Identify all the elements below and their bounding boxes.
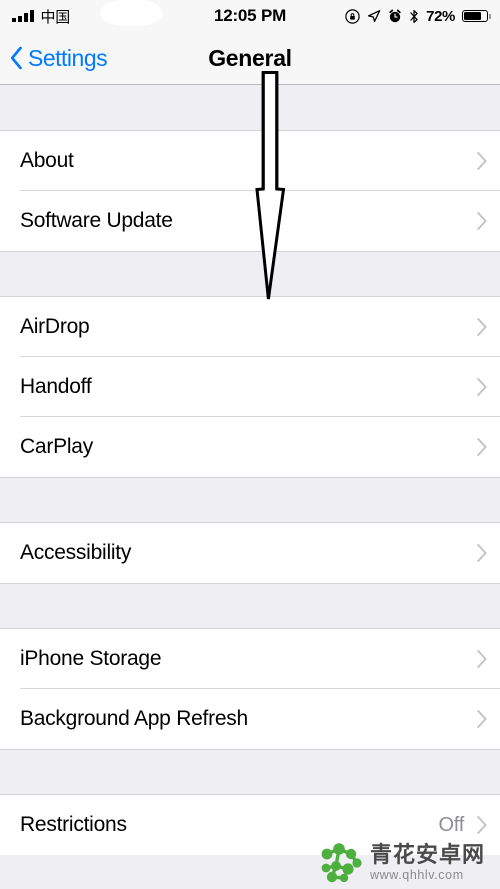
chevron-right-icon <box>476 815 488 835</box>
settings-row[interactable]: Software Update <box>0 191 500 251</box>
battery-icon <box>462 9 491 23</box>
section-gap <box>0 85 500 131</box>
settings-group: About Software Update <box>0 131 500 251</box>
settings-row[interactable]: About <box>0 131 500 191</box>
settings-row-label: Background App Refresh <box>20 707 248 730</box>
section-gap <box>0 749 500 795</box>
back-button-label: Settings <box>28 44 108 71</box>
carrier-redaction-mask <box>100 0 162 26</box>
settings-row[interactable]: iPhone Storage <box>0 629 500 689</box>
chevron-right-icon <box>476 649 488 669</box>
settings-row-label: Software Update <box>20 209 173 232</box>
chevron-right-icon <box>476 437 488 457</box>
settings-row-label: Restrictions <box>20 813 127 836</box>
settings-group: AirDrop Handoff CarPlay <box>0 297 500 477</box>
settings-row-label: AirDrop <box>20 315 90 338</box>
back-button[interactable]: Settings <box>0 44 108 72</box>
battery-percent-label: 72% <box>426 7 455 25</box>
settings-group: iPhone Storage Background App Refresh <box>0 629 500 749</box>
settings-group: Restrictions Off <box>0 795 500 855</box>
watermark-url: www.qhhlv.com <box>370 867 464 882</box>
chevron-right-icon <box>476 151 488 171</box>
settings-row[interactable]: Handoff <box>0 357 500 417</box>
rotation-lock-icon <box>345 8 360 24</box>
alarm-clock-icon <box>388 9 402 23</box>
chevron-right-icon <box>476 317 488 337</box>
settings-row[interactable]: AirDrop <box>0 297 500 357</box>
settings-row-label: Accessibility <box>20 541 132 564</box>
navigation-bar: Settings General <box>0 32 500 85</box>
settings-list: About Software Update AirDrop Handoff CarPla… <box>0 85 500 855</box>
section-gap <box>0 251 500 297</box>
carrier-label: 中国 <box>40 8 71 26</box>
section-gap <box>0 477 500 523</box>
chevron-right-icon <box>476 543 488 563</box>
section-gap <box>0 583 500 629</box>
status-bar: 中国 12:05 PM 72% <box>0 0 500 32</box>
chevron-right-icon <box>476 377 488 397</box>
settings-row-value: Off <box>438 813 464 836</box>
chevron-right-icon <box>476 709 488 729</box>
signal-bars-icon <box>12 10 34 22</box>
status-bar-right: 72% <box>345 7 491 25</box>
settings-row-label: Handoff <box>20 375 92 398</box>
settings-group: Accessibility <box>0 523 500 583</box>
chevron-right-icon <box>476 211 488 231</box>
settings-row-label: CarPlay <box>20 435 93 458</box>
settings-row[interactable]: Restrictions Off <box>0 795 500 855</box>
settings-row[interactable]: Background App Refresh <box>0 689 500 749</box>
iphone-settings-screen: 中国 12:05 PM 72% Settings General About S… <box>0 0 500 889</box>
location-arrow-icon <box>367 9 381 23</box>
settings-row-label: iPhone Storage <box>20 647 162 670</box>
settings-row-label: About <box>20 149 74 172</box>
bluetooth-icon <box>409 9 419 24</box>
settings-row[interactable]: CarPlay <box>0 417 500 477</box>
settings-row[interactable]: Accessibility <box>0 523 500 583</box>
chevron-left-icon <box>10 46 23 70</box>
